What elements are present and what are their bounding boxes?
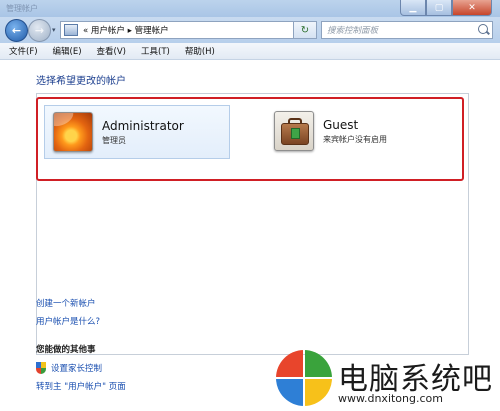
menu-bar: 文件(F) 编辑(E) 查看(V) 工具(T) 帮助(H): [0, 43, 500, 60]
what-is-user-account-link[interactable]: 用户帐户是什么?: [36, 315, 100, 327]
minimize-button[interactable]: ▁: [400, 0, 426, 16]
refresh-icon: ↻: [300, 24, 310, 36]
minimize-icon: ▁: [409, 2, 417, 13]
close-button[interactable]: ✕: [452, 0, 492, 16]
parental-controls-link[interactable]: 设置家长控制: [51, 362, 102, 374]
parental-controls-row[interactable]: 设置家长控制: [36, 362, 102, 374]
control-panel-icon: [64, 24, 78, 36]
menu-help[interactable]: 帮助(H): [185, 45, 215, 57]
back-button[interactable]: ←: [5, 19, 28, 42]
menu-file[interactable]: 文件(F): [9, 45, 38, 57]
breadcrumb[interactable]: « 用户帐户 ▸ 管理帐户: [83, 24, 169, 36]
navigation-bar: ← → ▾ « 用户帐户 ▸ 管理帐户 ▾ ↻ 搜索控制面板: [0, 17, 500, 43]
control-panel-window: 管理帐户 ▁ ▢ ✕ ← → ▾ « 用户帐户 ▸ 管理帐户 ▾ ↻ 搜索控制面…: [0, 0, 500, 411]
watermark-url: www.dnxitong.com: [338, 392, 443, 405]
windows-logo-icon: [276, 350, 332, 406]
arrow-left-icon: ←: [11, 24, 22, 37]
shield-icon: [36, 362, 47, 374]
arrow-right-icon: →: [34, 24, 45, 37]
recent-pages-dropdown[interactable]: ▾: [52, 26, 56, 34]
search-placeholder: 搜索控制面板: [327, 26, 379, 36]
search-input[interactable]: 搜索控制面板: [321, 21, 493, 39]
title-bar[interactable]: 管理帐户 ▁ ▢ ✕: [0, 0, 500, 17]
other-tasks-heading: 您能做的其他事: [36, 345, 96, 355]
menu-view[interactable]: 查看(V): [97, 45, 126, 57]
window-controls: ▁ ▢ ✕: [400, 0, 492, 16]
create-account-link[interactable]: 创建一个新帐户: [36, 297, 96, 309]
window-title: 管理帐户: [6, 4, 38, 13]
address-bar[interactable]: « 用户帐户 ▸ 管理帐户 ▾: [60, 21, 314, 39]
page-title: 选择希望更改的帐户: [36, 76, 126, 87]
search-icon[interactable]: [478, 24, 488, 34]
maximize-button[interactable]: ▢: [426, 0, 452, 16]
close-icon: ✕: [468, 2, 476, 13]
forward-button[interactable]: →: [28, 19, 51, 42]
highlight-annotation-box: [36, 97, 464, 181]
menu-edit[interactable]: 编辑(E): [53, 45, 82, 57]
maximize-icon: ▢: [434, 2, 444, 13]
menu-tools[interactable]: 工具(T): [141, 45, 170, 57]
refresh-button[interactable]: ↻: [293, 21, 317, 39]
goto-user-accounts-link[interactable]: 转到主 "用户帐户" 页面: [36, 380, 126, 392]
